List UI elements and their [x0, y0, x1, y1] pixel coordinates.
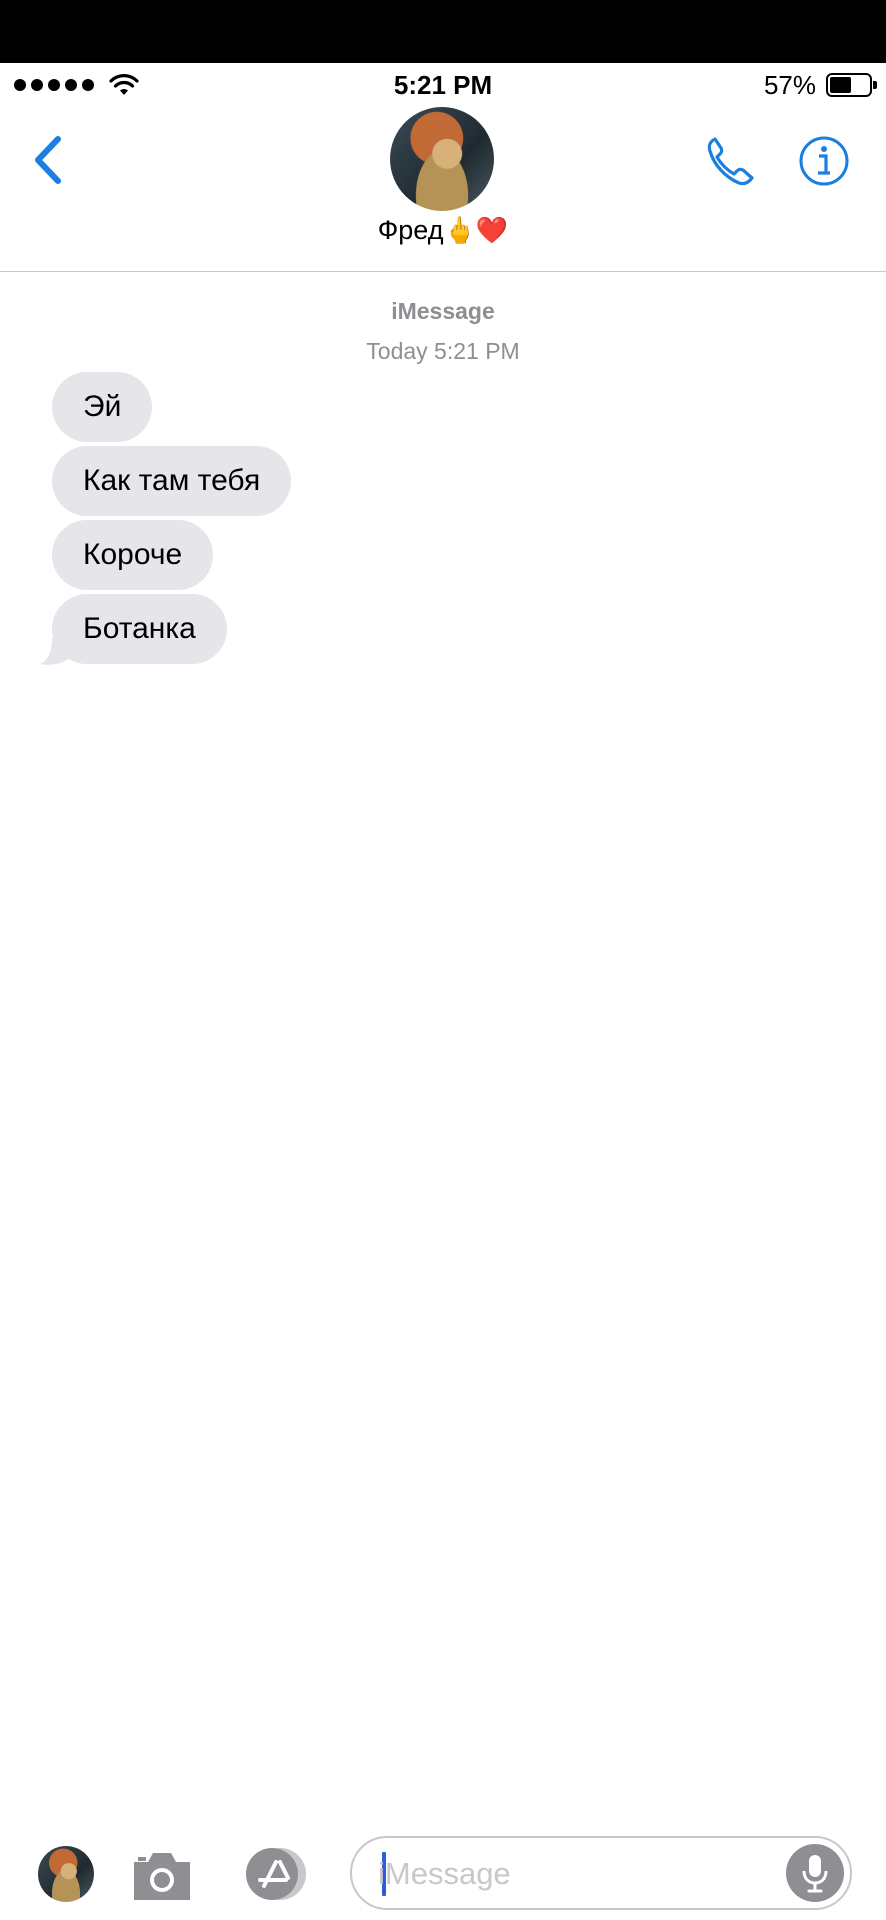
bubble-tail [40, 638, 70, 665]
incoming-message-bubble[interactable]: Как там тебя [52, 446, 292, 516]
service-label: iMessage [391, 298, 495, 324]
incoming-message-bubble[interactable]: Ботанка [52, 594, 227, 664]
battery-indicator: 57% [763, 69, 877, 101]
info-button[interactable] [798, 135, 850, 187]
incoming-message-bubble[interactable]: Короче [52, 520, 214, 590]
info-icon [799, 136, 849, 186]
message-composer [0, 1830, 886, 1920]
contact-name-button[interactable]: Фред🖕❤️ [0, 215, 886, 246]
message-row: Короче [52, 520, 652, 594]
battery-percent: 57% [763, 69, 816, 100]
message-input[interactable] [378, 1850, 778, 1898]
memoji-avatar-button[interactable] [38, 1846, 94, 1902]
message-input-wrapper [350, 1836, 852, 1910]
message-row: Ботанка [40, 594, 652, 668]
camera-button[interactable] [130, 1848, 194, 1904]
signal-dot [48, 79, 60, 91]
message-list: Эй Как там тебя Короче Ботанка [40, 372, 652, 668]
dictation-button[interactable] [786, 1844, 844, 1902]
battery-fill [830, 77, 851, 93]
apps-button[interactable] [236, 1844, 314, 1904]
contact-avatar[interactable] [390, 107, 494, 211]
wifi-icon [109, 74, 139, 95]
signal-dot [14, 79, 26, 91]
signal-dot [65, 79, 77, 91]
top-bezel [0, 0, 886, 63]
chevron-left-icon [35, 136, 61, 184]
timestamp-time: 5:21 PM [434, 338, 520, 364]
battery-icon [826, 73, 877, 97]
signal-dot [82, 79, 94, 91]
timestamp-date: Today [366, 338, 428, 364]
camera-icon [134, 1853, 190, 1900]
incoming-message-bubble[interactable]: Эй [52, 372, 153, 442]
thread-timestamp: Today 5:21 PM [0, 338, 886, 365]
signal-indicator [14, 74, 139, 96]
conversation-header: Фред🖕❤️ [0, 107, 886, 272]
message-row: Эй [52, 372, 652, 446]
app-store-icon [246, 1848, 306, 1900]
message-row: Как там тебя [52, 446, 652, 520]
phone-icon [707, 137, 754, 186]
call-button[interactable] [703, 131, 759, 191]
microphone-icon [802, 1855, 828, 1893]
status-bar: 5:21 PM 57% [0, 63, 886, 107]
contact-emoji: 🖕❤️ [443, 215, 509, 245]
signal-dot [31, 79, 43, 91]
contact-name: Фред [377, 215, 444, 245]
back-button[interactable] [28, 129, 72, 193]
